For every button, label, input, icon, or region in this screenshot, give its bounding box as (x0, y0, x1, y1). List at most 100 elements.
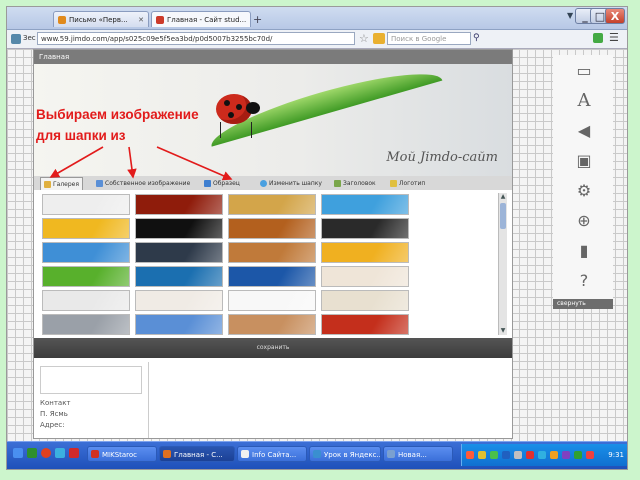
tray-icon[interactable] (466, 451, 474, 459)
tab-logo[interactable]: Логотип (390, 177, 425, 189)
page-content: Главная Мой Jimdo-сайт Выбираем изображе… (7, 49, 627, 441)
tray-icon[interactable] (586, 451, 594, 459)
quicklaunch-icon[interactable] (69, 448, 79, 458)
text-style-icon[interactable]: A (573, 89, 595, 111)
gallery-thumbnail[interactable] (42, 266, 130, 287)
gallery-scrollbar[interactable]: ▲ ▼ (498, 193, 507, 335)
content-divider (148, 362, 149, 438)
ie-icon[interactable] (13, 448, 23, 458)
tab-close-icon[interactable]: ✕ (135, 16, 144, 24)
tray-icon[interactable] (478, 451, 486, 459)
gallery-thumbnail[interactable] (135, 266, 223, 287)
gallery-thumbnail[interactable] (321, 266, 409, 287)
gallery-thumbnail[interactable] (321, 242, 409, 263)
taskbar: MIKStaroc Главная - С... Info Сайта... У… (7, 441, 627, 469)
close-button[interactable]: X (605, 8, 625, 24)
tray-icon[interactable] (526, 451, 534, 459)
jimdo-toolbar: ▭ A ◀ ▣ ⚙ ⊕ ▮ ? (553, 55, 613, 307)
tab-mail[interactable]: Письмо «Перв... ✕ (53, 11, 149, 27)
task-item[interactable]: Главная - С... (159, 446, 235, 462)
collapse-button[interactable]: свернуть (553, 299, 613, 309)
system-tray: 9:31 (461, 444, 627, 466)
gallery-thumbnail[interactable] (228, 266, 316, 287)
box-icon[interactable]: ▣ (573, 149, 595, 171)
header-editor-tabs: Галерея Собственное изображение Образец … (34, 176, 512, 191)
save-button[interactable]: сохранить (34, 338, 512, 358)
sidebar-box (40, 366, 142, 394)
tab-own-image-label: Собственное изображение (105, 179, 191, 187)
stats-icon[interactable]: ▮ (573, 239, 595, 261)
new-tab-button[interactable]: + (253, 13, 262, 26)
tray-icon[interactable] (550, 451, 558, 459)
gallery-thumbnail[interactable] (42, 242, 130, 263)
search-input[interactable]: Поиск в Google (387, 32, 471, 45)
gallery-thumbnail[interactable] (135, 314, 223, 335)
scroll-up-icon[interactable]: ▲ (499, 193, 507, 201)
gallery-thumbnail[interactable] (228, 194, 316, 215)
scroll-thumb[interactable] (500, 203, 506, 229)
tray-icon[interactable] (502, 451, 510, 459)
gallery-thumbnail[interactable] (228, 242, 316, 263)
gallery-thumbnail[interactable] (321, 290, 409, 311)
url-input[interactable]: www.59.jimdo.com/app/s025c09e5f5ea3bd/p0… (37, 32, 355, 45)
search-engine-icon[interactable] (373, 33, 385, 44)
help-icon[interactable]: ? (573, 269, 595, 291)
megaphone-icon[interactable]: ◀ (573, 119, 595, 141)
gallery-thumbnail[interactable] (135, 218, 223, 239)
nav-item-home[interactable]: Главная (34, 50, 512, 64)
tray-icon[interactable] (490, 451, 498, 459)
addon-icon[interactable] (593, 33, 603, 43)
gallery-thumbnail[interactable] (42, 314, 130, 335)
gallery-thumbnail[interactable] (321, 194, 409, 215)
task-label: Урок в Яндекс... (324, 451, 381, 459)
tab-site[interactable]: Главная - Сайт stud... ✕ (151, 11, 251, 27)
tab-close-icon[interactable]: ✕ (246, 16, 250, 24)
scroll-down-icon[interactable]: ▼ (499, 327, 507, 335)
opera-icon[interactable] (41, 448, 51, 458)
tray-icon[interactable] (562, 451, 570, 459)
task-label: MIKStaroc (102, 451, 138, 459)
tab-gallery-label: Галерея (53, 180, 79, 188)
tab-mail-label: Письмо «Перв... (69, 15, 128, 24)
task-item[interactable]: Info Сайта... (237, 446, 307, 462)
zoom-icon[interactable]: ⊕ (573, 209, 595, 231)
menu-icon[interactable]: ☰ (609, 31, 619, 44)
gallery-thumbnail[interactable] (228, 290, 316, 311)
quicklaunch-icon[interactable] (55, 448, 65, 458)
gallery-thumbnail[interactable] (228, 218, 316, 239)
gallery-thumbnail[interactable] (321, 314, 409, 335)
image-icon (96, 179, 103, 187)
quicklaunch-icon[interactable] (27, 448, 37, 458)
gallery-thumbnail[interactable] (42, 290, 130, 311)
tab-list-icon[interactable]: ▼ (567, 11, 573, 20)
annotation-line-2: для шапки из (36, 128, 126, 143)
task-label: Info Сайта... (252, 451, 297, 459)
tray-icon[interactable] (514, 451, 522, 459)
gallery-thumbnail[interactable] (135, 242, 223, 263)
tray-icon[interactable] (538, 451, 546, 459)
layout-icon[interactable]: ▭ (573, 59, 595, 81)
annotation-line-1: Выбираем изображение (36, 107, 199, 122)
gallery-thumbnail[interactable] (42, 218, 130, 239)
search-icon[interactable]: ⚲ (473, 33, 480, 43)
gallery-thumbnail[interactable] (228, 314, 316, 335)
heading-icon (334, 179, 341, 187)
tab-change-header[interactable]: Изменить шапку (260, 177, 322, 189)
gear-icon[interactable]: ⚙ (573, 179, 595, 201)
gallery-thumbnail[interactable] (135, 194, 223, 215)
gallery-thumbnail[interactable] (135, 290, 223, 311)
tab-gallery[interactable]: Галерея (40, 177, 83, 191)
tray-icon[interactable] (574, 451, 582, 459)
task-icon (241, 450, 249, 458)
gallery-thumbnail[interactable] (42, 194, 130, 215)
task-item[interactable]: Урок в Яндекс... (309, 446, 381, 462)
tab-heading[interactable]: Заголовок (334, 177, 376, 189)
bookmark-star-icon[interactable]: ☆ (359, 32, 369, 45)
gallery-thumbnail[interactable] (321, 218, 409, 239)
task-item[interactable]: Новая... (383, 446, 453, 462)
tab-heading-label: Заголовок (343, 179, 376, 187)
tab-sample[interactable]: Образец (204, 177, 240, 189)
task-item[interactable]: MIKStaroc (87, 446, 157, 462)
tab-own-image[interactable]: Собственное изображение (96, 177, 190, 189)
contacts-block: Контакт П. Ясмь Адрес: (40, 398, 71, 431)
